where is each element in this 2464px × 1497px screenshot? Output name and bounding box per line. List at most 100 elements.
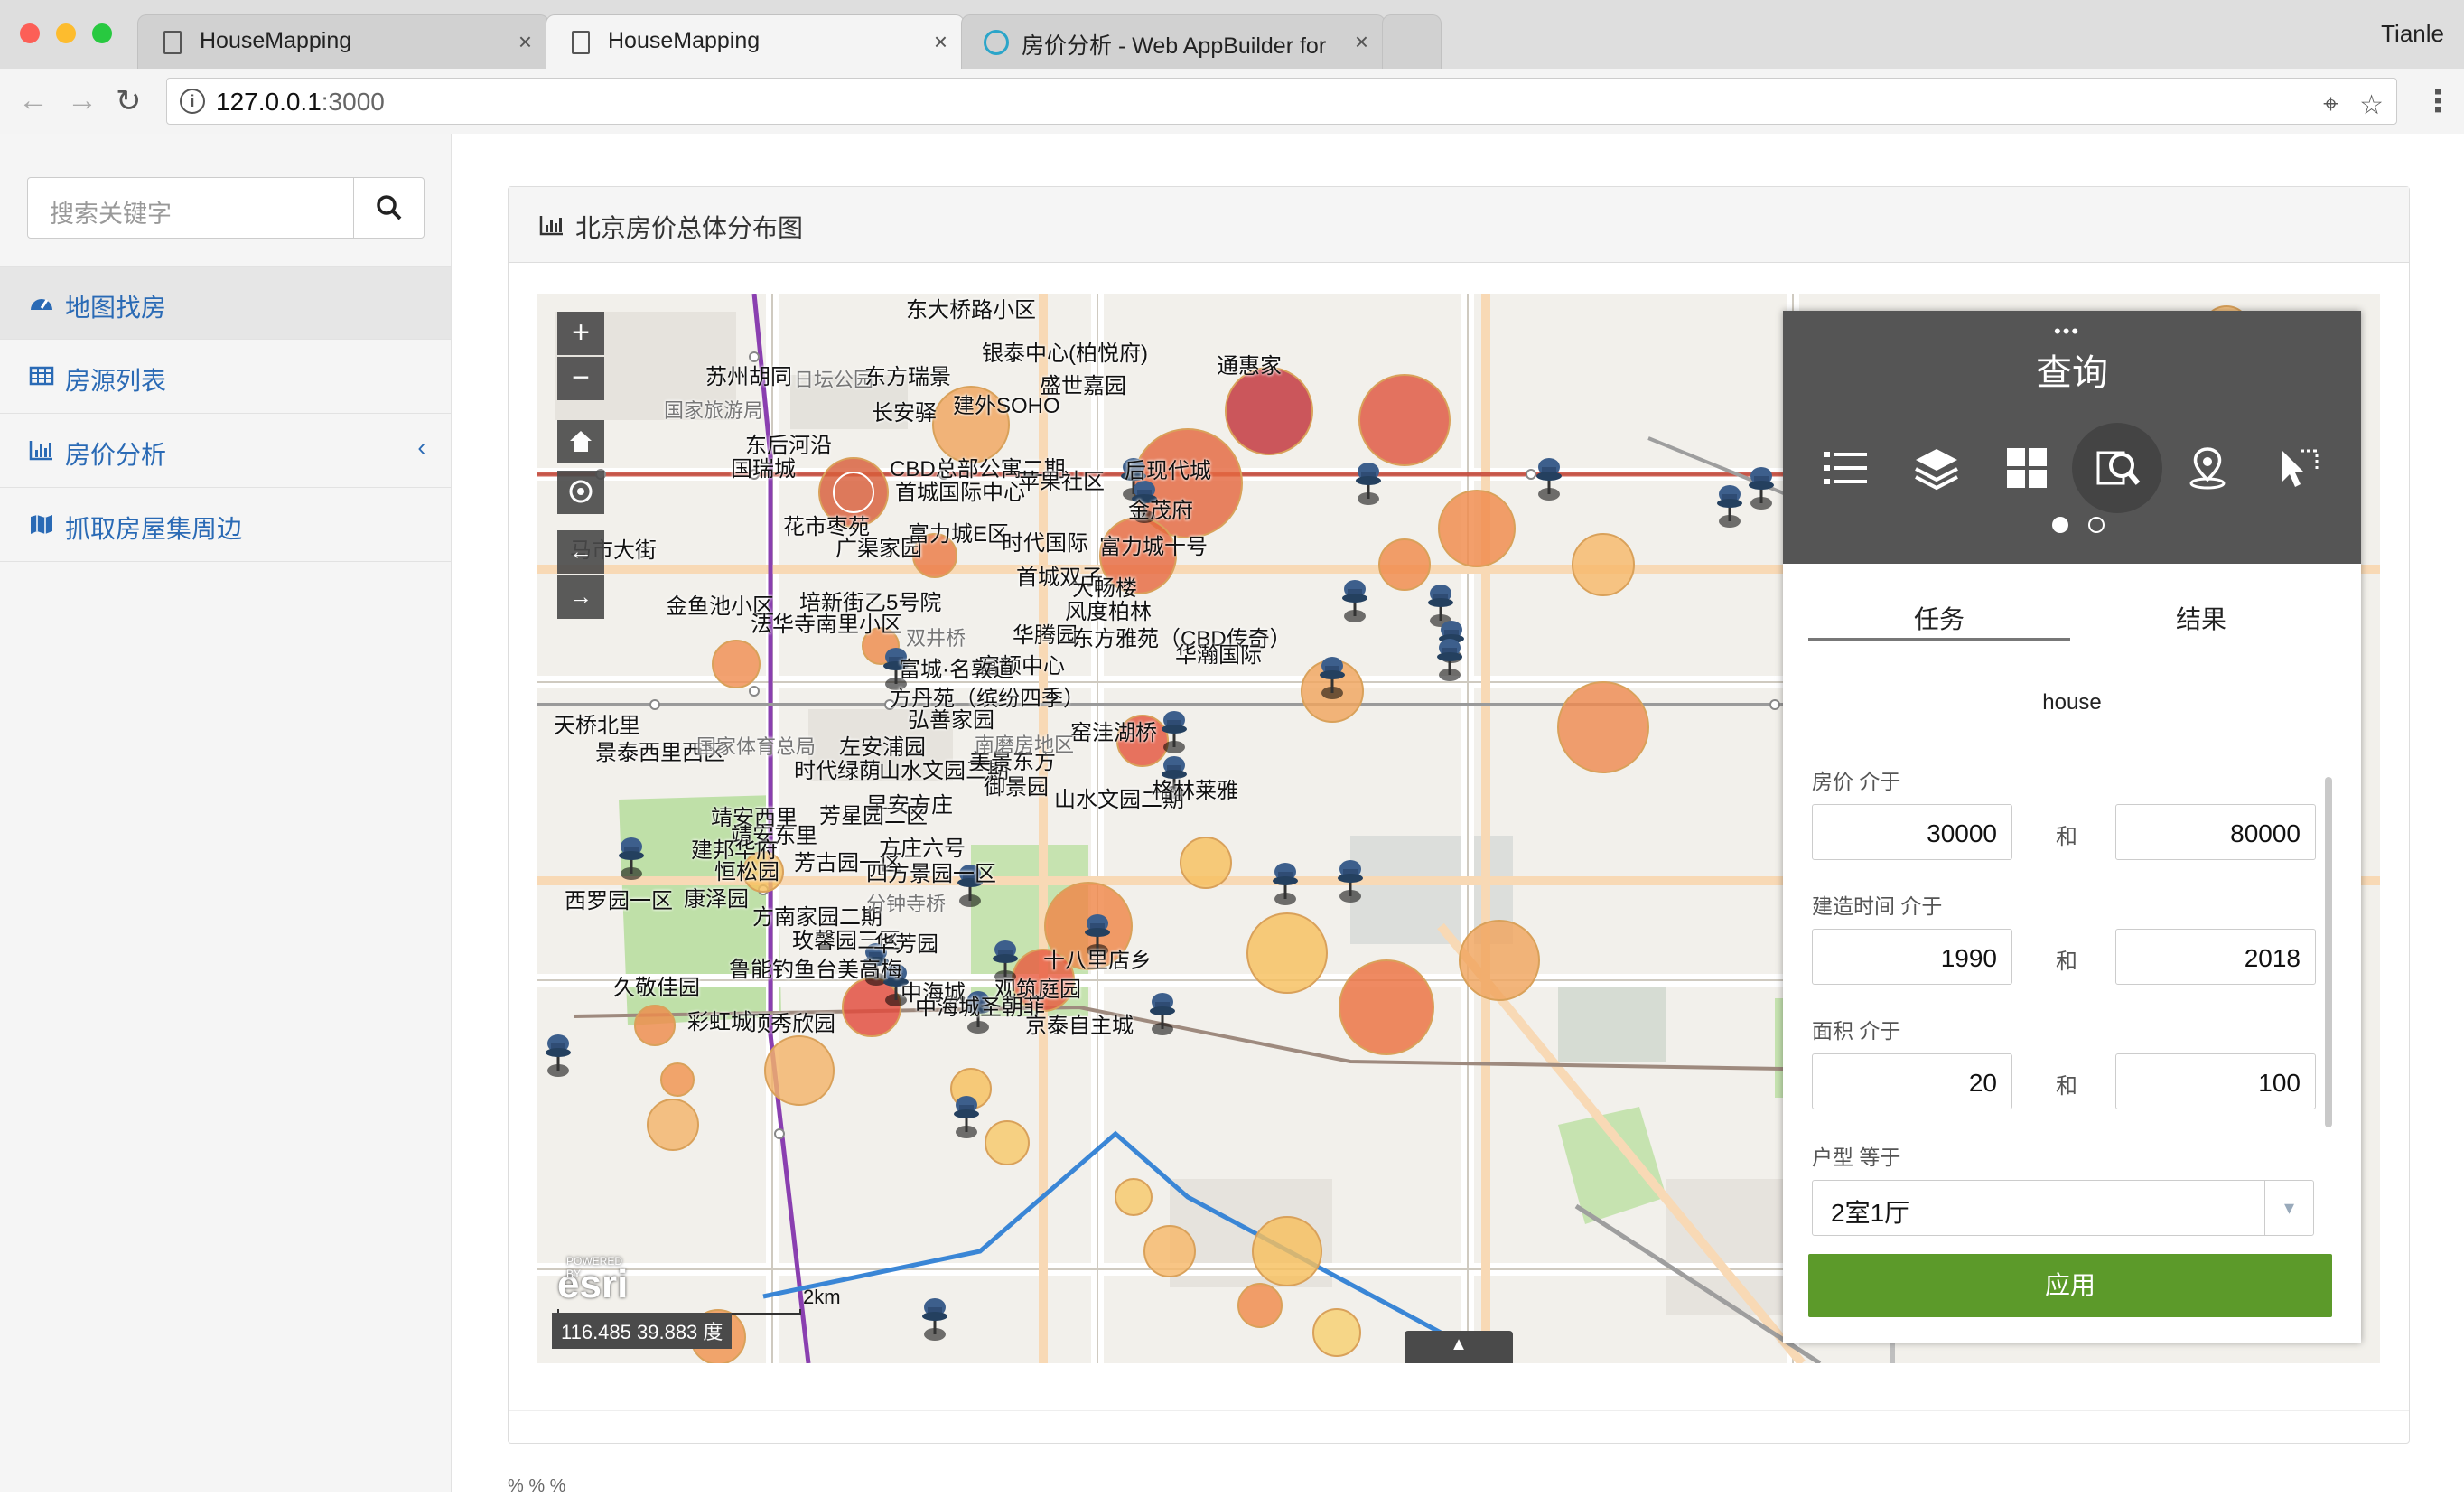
browser-tab[interactable]: 房价分析 - Web AppBuilder for × (961, 14, 1386, 69)
page-dot[interactable] (2088, 517, 2105, 533)
map-label: 通惠家 (1217, 354, 1282, 379)
map-label: 华瀚国际 (1175, 643, 1262, 668)
map-label: 四方景园一区 (866, 862, 996, 886)
map-label: 彩虹城 (687, 1010, 752, 1034)
map-label: 芳星园二区 (819, 804, 928, 828)
url-port: :3000 (321, 88, 385, 116)
tab-task[interactable]: 任务 (1808, 600, 2070, 641)
map-label: 后现代城 (1125, 459, 1211, 483)
basemap-widget-button[interactable] (1985, 426, 2068, 510)
type-select[interactable]: 2室1厅 ▾ (1812, 1180, 2314, 1236)
page-dot-active[interactable] (2052, 517, 2068, 533)
map-label: 富城·名敦道 (899, 658, 1014, 682)
map-label: 时代绿荫 (794, 759, 881, 783)
location-icon[interactable]: ⌖ (2323, 89, 2338, 120)
url-host: 127.0.0.1 (216, 88, 322, 116)
close-tab-icon[interactable]: × (934, 28, 947, 56)
sidebar-item-label: 抓取房屋集周边 (65, 515, 243, 543)
layers-widget-button[interactable] (1895, 426, 1978, 510)
price-label: 房价 介于 (1812, 770, 1901, 793)
widget-drag-handle[interactable]: ••• (2054, 320, 2080, 343)
map-label: 十八里店乡 (1043, 949, 1152, 973)
close-tab-icon[interactable]: × (1355, 28, 1368, 56)
search-box: 搜索关键字 (27, 177, 425, 239)
location-widget-button[interactable] (2166, 426, 2249, 510)
list-icon (1824, 452, 1867, 484)
query-layer-name: house (2042, 690, 2102, 715)
map-label: 双井桥 (906, 627, 966, 650)
search-icon (376, 195, 401, 220)
chevron-left-icon[interactable]: ‹ (417, 434, 425, 462)
attribution-toggle[interactable]: ▲ (1405, 1331, 1513, 1363)
search-button[interactable] (353, 178, 424, 238)
sidebar-item-crawl-surroundings[interactable]: 抓取房屋集周边 (0, 488, 451, 562)
select-widget-button[interactable] (2256, 426, 2339, 510)
new-tab-button[interactable] (1382, 14, 1442, 69)
search-input[interactable]: 搜索关键字 (50, 194, 172, 229)
map-label: 久敬佳园 (613, 976, 700, 1000)
area-min-input[interactable]: 20 (1812, 1053, 2012, 1109)
bar-chart-icon (29, 441, 52, 461)
sidebar-item-map-search[interactable]: 地图找房 (0, 266, 451, 340)
location-pin-icon (2189, 447, 2226, 490)
previous-extent-button[interactable]: ← (557, 530, 604, 574)
sidebar-item-price-analysis[interactable]: 房价分析 ‹ (0, 414, 451, 488)
built-max-input[interactable]: 2018 (2115, 929, 2316, 985)
query-header: ••• 查询 (1783, 311, 2361, 564)
close-window-button[interactable] (20, 23, 40, 43)
address-bar[interactable]: i 127.0.0.1:3000 ⌖ ☆ (166, 78, 2397, 125)
sidebar-item-listings[interactable]: 房源列表 (0, 340, 451, 414)
sidebar-menu: 地图找房 房源列表 房价分析 ‹ 抓取房屋集周边 (0, 266, 451, 562)
zoom-window-button[interactable] (92, 23, 112, 43)
minimize-window-button[interactable] (56, 23, 76, 43)
query-widget-button[interactable] (2072, 423, 2162, 513)
price-and-label: 和 (2056, 825, 2077, 849)
info-icon[interactable]: i (180, 89, 205, 114)
price-max-input[interactable]: 80000 (2115, 804, 2316, 860)
bookmark-star-icon[interactable]: ☆ (2359, 89, 2384, 121)
chevron-down-icon[interactable]: ▾ (2264, 1181, 2313, 1235)
tab-result[interactable]: 结果 (2070, 600, 2332, 636)
area-max-input[interactable]: 100 (2115, 1053, 2316, 1109)
panel-footer-line (509, 1410, 2409, 1411)
map-label: 东大桥路小区 (906, 298, 1036, 323)
scrollbar[interactable] (2325, 777, 2332, 1127)
dashboard-icon (31, 299, 52, 310)
bar-chart-icon (539, 216, 563, 236)
map-label: 金茂府 (1128, 499, 1193, 523)
type-select-value: 2室1厅 (1831, 1199, 1910, 1227)
map-label: 国瑞城 (731, 457, 796, 482)
close-tab-icon[interactable]: × (518, 28, 532, 56)
tab-title: HouseMapping (608, 28, 761, 53)
browser-tab[interactable]: HouseMapping × (137, 14, 549, 69)
locate-button[interactable] (557, 471, 604, 514)
browser-tab-active[interactable]: HouseMapping × (546, 14, 965, 69)
profile-name[interactable]: Tianle (2381, 20, 2444, 48)
menu-icon[interactable]: ⋮ (2422, 83, 2453, 119)
map-label: 时代国际 (1002, 531, 1088, 556)
document-icon (572, 31, 590, 54)
zoom-in-button[interactable]: + (557, 312, 604, 355)
list-widget-button[interactable] (1805, 426, 1888, 510)
home-button[interactable] (557, 420, 604, 463)
built-min-input[interactable]: 1990 (1812, 929, 2012, 985)
zoom-out-button[interactable]: − (557, 357, 604, 400)
next-extent-button[interactable]: → (557, 575, 604, 619)
coordinate-readout: 116.485 39.883 度 (552, 1313, 733, 1349)
forward-icon[interactable]: → (67, 83, 98, 118)
price-min-input[interactable]: 30000 (1812, 804, 2012, 860)
map-label: 分钟寺桥 (866, 893, 947, 915)
query-widget: ••• 查询 任务 结果 house 房价 介于 30000 和 80000 建… (1783, 311, 2361, 1343)
map-label: 首城国际中心 (895, 481, 1025, 505)
map-label: 银泰中心(柏悦府) (982, 342, 1148, 366)
widget-icon-bar (1805, 423, 2347, 513)
map-label: 建外SOHO (953, 394, 1060, 418)
scale-label: 2km (803, 1286, 841, 1308)
map-label: 富力城E区 (908, 522, 1010, 547)
sidebar-item-label: 房价分析 (65, 441, 167, 469)
reload-icon[interactable]: ↻ (116, 83, 142, 119)
apply-button[interactable]: 应用 (1808, 1254, 2332, 1317)
table-icon (29, 366, 54, 386)
map-label: 格林莱雅 (1152, 779, 1238, 803)
back-icon[interactable]: ← (18, 83, 49, 118)
